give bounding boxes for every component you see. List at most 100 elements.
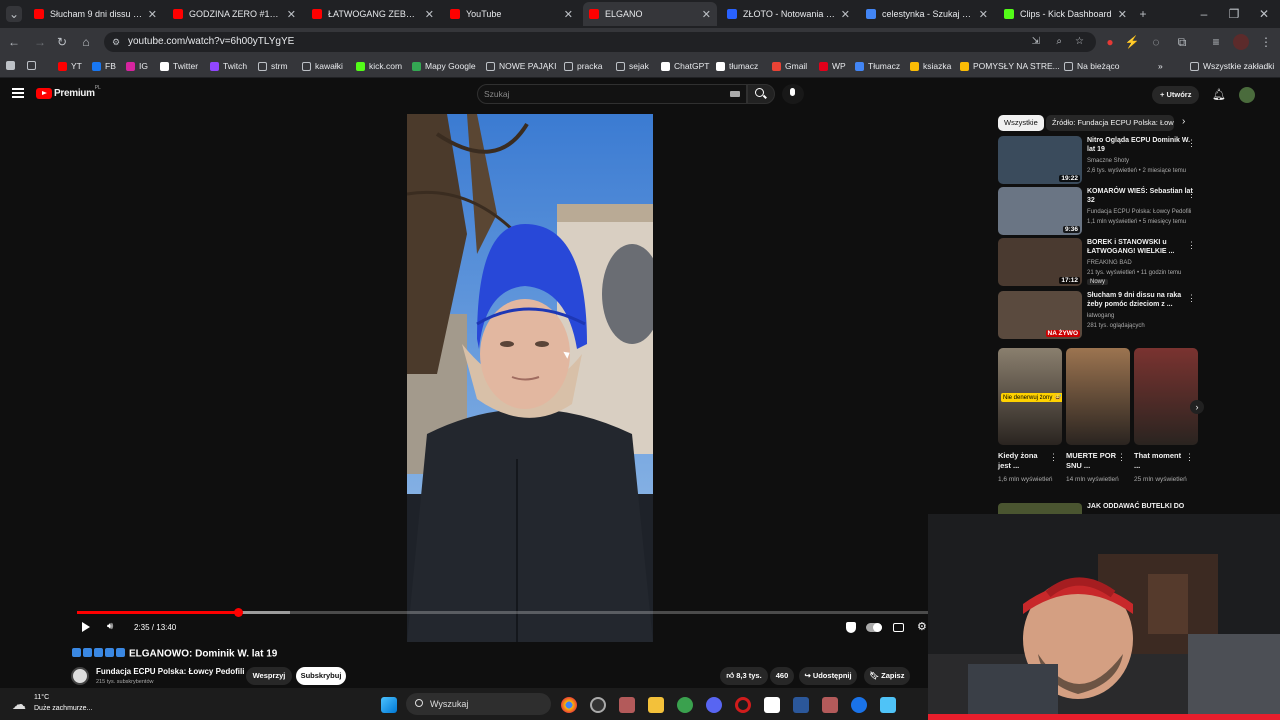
maximize-icon[interactable]: ❐ — [1226, 6, 1242, 22]
bookmark-item[interactable]: ChatGPT — [661, 61, 709, 71]
browser-tab[interactable]: YouTube ✕ — [444, 2, 579, 26]
bookmark-item[interactable]: ksiazka — [910, 61, 951, 71]
bookmark-item[interactable]: POMYSŁY NA STRE... — [960, 61, 1060, 71]
bookmark-item[interactable]: kick.com — [356, 61, 402, 71]
bookmark-item[interactable]: NOWE PAJĄKI — [486, 61, 556, 71]
grid-icon[interactable] — [27, 61, 40, 70]
recommended-video[interactable]: 17:12 BOREK i STANOWSKI u ŁATWOGANG! WIEL… — [998, 238, 1206, 288]
recommended-video[interactable]: NA ŻYWO Słucham 9 dni dissu na raka żeby … — [998, 291, 1206, 341]
file-explorer-icon[interactable] — [648, 697, 664, 713]
short-title[interactable]: MUERTE POR SNU ... — [1066, 451, 1118, 471]
address-bar[interactable]: ⚙ youtube.com/watch?v=6h00yTLYgYE ⇲ ⌕ ☆ — [104, 32, 1096, 52]
subscribe-button[interactable]: Subskrybuj — [296, 667, 346, 685]
partial-rec-thumb[interactable] — [998, 503, 1082, 514]
channel-avatar[interactable] — [71, 667, 89, 685]
bookmark-item[interactable]: IG — [126, 61, 148, 71]
short-card[interactable]: That moment ... 25 mln wyświetleń ⋮ — [1134, 348, 1198, 484]
video-progress-bar[interactable] — [77, 608, 929, 617]
bookmark-item[interactable]: Twitter — [160, 61, 198, 71]
bookmark-item[interactable]: WP — [819, 61, 846, 71]
media-control-icon[interactable]: ≡ — [1208, 34, 1224, 50]
home-icon[interactable]: ⌂ — [78, 34, 94, 50]
search-button[interactable] — [747, 84, 775, 104]
install-icon[interactable]: ⇲ — [1032, 32, 1040, 52]
chip-all[interactable]: Wszystkie — [998, 115, 1044, 131]
video-thumbnail[interactable]: 9:36 — [998, 187, 1082, 235]
more-actions-icon[interactable]: ⋮ — [1187, 293, 1196, 304]
bookmark-item[interactable]: FB — [92, 61, 116, 71]
partial-rec-title[interactable]: JAK ODDAWAĆ BUTELKI DO — [1087, 503, 1184, 510]
windows-start-icon[interactable] — [381, 697, 397, 713]
search-input[interactable]: Szukaj — [477, 84, 747, 104]
bookmark-item[interactable]: YT — [58, 61, 82, 71]
tab-close-icon[interactable]: ✕ — [841, 8, 850, 21]
short-thumbnail[interactable] — [1134, 348, 1198, 445]
more-actions-icon[interactable]: ⋮ — [1185, 452, 1194, 463]
app-icon[interactable] — [851, 697, 867, 713]
bookmark-item[interactable]: Gmail — [772, 61, 807, 71]
video-title[interactable]: Słucham 9 dni dissu na raka żeby pomóc d… — [1087, 291, 1193, 309]
browser-menu-icon[interactable]: ⋮ — [1258, 34, 1274, 50]
autoplay-toggle[interactable] — [866, 623, 882, 632]
bookmark-item[interactable]: Mapy Google — [412, 61, 476, 71]
settings-gear-icon[interactable]: ⚙ — [917, 620, 927, 633]
app-icon[interactable] — [590, 697, 606, 713]
scrubber-handle[interactable] — [234, 608, 244, 617]
reload-icon[interactable]: ↻ — [54, 34, 70, 50]
tab-close-icon[interactable]: ✕ — [148, 8, 157, 21]
browser-tab[interactable]: ZŁOTO - Notowania surowców ✕ — [721, 2, 856, 26]
extension-icon[interactable]: ● — [1102, 34, 1118, 50]
app-icon[interactable] — [764, 697, 780, 713]
short-card[interactable]: Nie denerwuj żony 😅 Kiedy żona jest ... 1,… — [998, 348, 1062, 484]
browser-tab[interactable]: Słucham 9 dni dissu na raka ✕ — [28, 2, 163, 26]
play-button[interactable] — [82, 622, 90, 632]
app-icon[interactable] — [619, 697, 635, 713]
volume-icon[interactable]: 🔊︎ — [107, 621, 113, 632]
hamburger-menu-icon[interactable] — [12, 88, 24, 98]
create-button[interactable]: + Utwórz — [1152, 86, 1200, 104]
support-button[interactable]: Wesprzyj — [246, 667, 292, 685]
minimize-icon[interactable]: – — [1196, 6, 1212, 22]
close-window-icon[interactable]: ✕ — [1256, 6, 1272, 22]
bookmark-item[interactable]: sejak — [616, 61, 649, 71]
video-player[interactable] — [407, 114, 653, 642]
recommended-video[interactable]: 19:22 Nitro Ogląda ECPU Dominik W. lat 19… — [998, 136, 1206, 186]
share-button[interactable]: ↪ Udostępnij — [799, 667, 857, 685]
short-title[interactable]: That moment ... — [1134, 451, 1186, 471]
tab-close-icon[interactable]: ✕ — [287, 8, 296, 21]
subtitles-icon[interactable] — [893, 623, 904, 632]
comment-count[interactable]: 460 — [770, 667, 794, 685]
channel-name[interactable]: Smaczne Shoty — [1087, 158, 1129, 164]
word-icon[interactable] — [793, 697, 809, 713]
more-actions-icon[interactable]: ⋮ — [1187, 138, 1196, 149]
tab-close-icon[interactable]: ✕ — [564, 8, 573, 21]
browser-tab[interactable]: GODZINA ZERO #183: KRÓL ✕ — [167, 2, 302, 26]
account-avatar[interactable] — [1239, 87, 1255, 103]
more-actions-icon[interactable]: ⋮ — [1187, 189, 1196, 200]
short-thumbnail[interactable]: Nie denerwuj żony 😅 — [998, 348, 1062, 445]
extensions-puzzle-icon[interactable]: ⧉ — [1174, 34, 1190, 50]
youtube-logo[interactable]: Premium PL — [36, 85, 101, 99]
ad-block-icon[interactable] — [846, 622, 856, 633]
keyboard-icon[interactable] — [730, 91, 740, 97]
extension-icon[interactable]: ◌ — [1148, 34, 1164, 50]
bookmark-item[interactable]: strm — [258, 61, 288, 71]
more-actions-icon[interactable]: ⋮ — [1117, 452, 1126, 463]
bookmark-item[interactable]: kawałki — [302, 61, 343, 71]
video-thumbnail[interactable]: 19:22 — [998, 136, 1082, 184]
video-title[interactable]: Nitro Ogląda ECPU Dominik W. lat 19 — [1087, 136, 1193, 154]
profile-avatar[interactable] — [1233, 34, 1249, 50]
browser-tab[interactable]: ŁATWOGANG ZEBRAŁ PO ✕ — [306, 2, 440, 26]
bookmarks-overflow-icon[interactable]: » — [1158, 61, 1163, 71]
short-thumbnail[interactable] — [1066, 348, 1130, 445]
chrome-icon[interactable] — [561, 697, 577, 713]
notepad-icon[interactable] — [880, 697, 896, 713]
shorts-next-icon[interactable]: › — [1190, 400, 1204, 414]
channel-name[interactable]: FREAKING BAD — [1087, 260, 1132, 266]
tab-close-icon[interactable]: ✕ — [979, 8, 988, 21]
more-actions-icon[interactable]: ⋮ — [1049, 452, 1058, 463]
video-thumbnail[interactable]: NA ŻYWO — [998, 291, 1082, 339]
new-tab-button[interactable]: + — [1135, 6, 1151, 22]
browser-tab[interactable]: celestynka - Szukaj w Google ✕ — [860, 2, 994, 26]
bookmark-item[interactable]: pracka — [564, 61, 603, 71]
